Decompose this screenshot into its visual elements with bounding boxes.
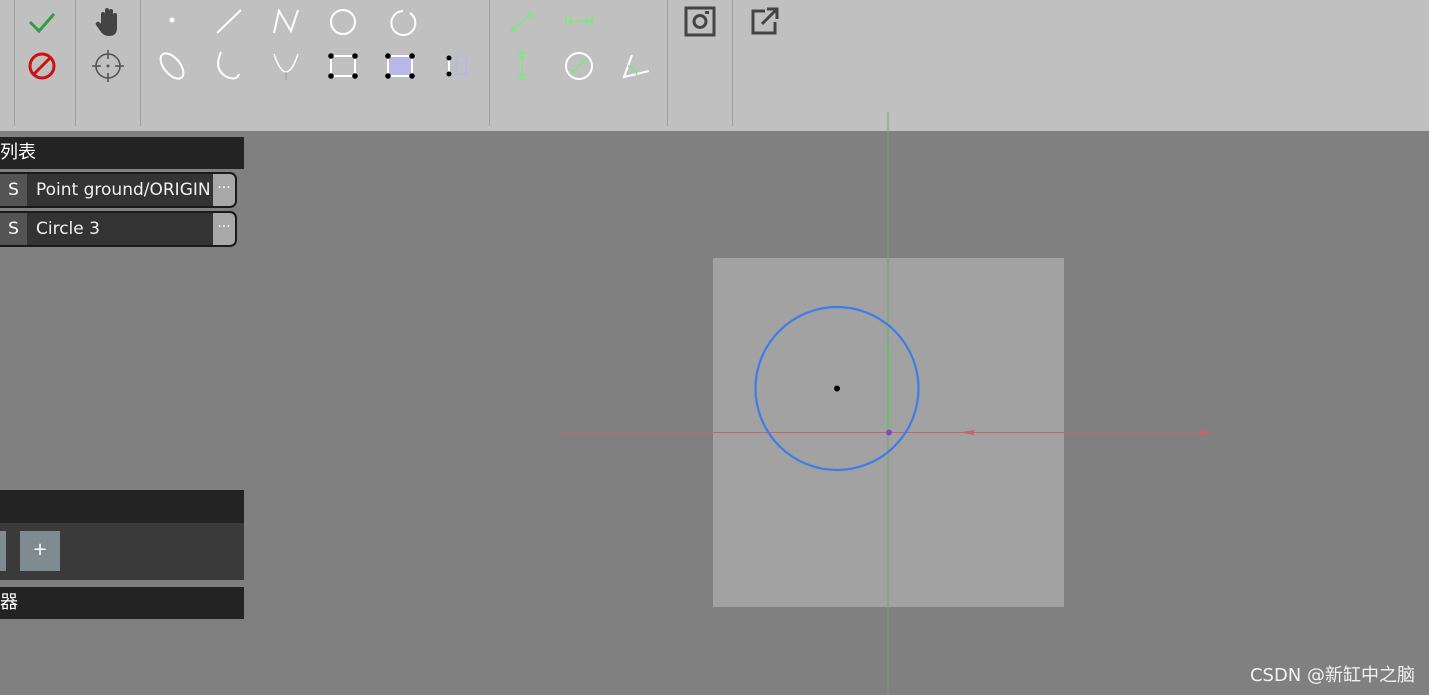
add-button[interactable]: + [20, 531, 60, 571]
circle-center-point[interactable] [834, 385, 840, 392]
x-axis-arrow [1200, 430, 1214, 435]
feature-list-title: 列表 [0, 142, 36, 163]
more-options-button[interactable]: ··· [213, 213, 235, 245]
sketch-toggle-button[interactable]: S [0, 174, 27, 206]
parameters-header[interactable] [0, 490, 244, 523]
more-options-button[interactable]: ··· [213, 174, 235, 206]
partial-button[interactable] [0, 531, 6, 571]
feature-name: Point ground/ORIGIN [36, 180, 211, 200]
feature-list-header: 列表 [0, 137, 244, 169]
bottom-panel-header[interactable]: 器 [0, 587, 244, 619]
parameters-body: + [0, 523, 244, 580]
feature-item[interactable]: S Point ground/ORIGIN ··· [0, 172, 237, 208]
feature-item[interactable]: S Circle 3 ··· [0, 211, 237, 247]
feature-name: Circle 3 [36, 219, 100, 239]
bottom-panel-title: 器 [0, 592, 18, 613]
watermark-text: CSDN @新缸中之脑 [1249, 665, 1415, 686]
sketch-toggle-button[interactable]: S [0, 213, 27, 245]
origin-point[interactable] [886, 429, 892, 436]
